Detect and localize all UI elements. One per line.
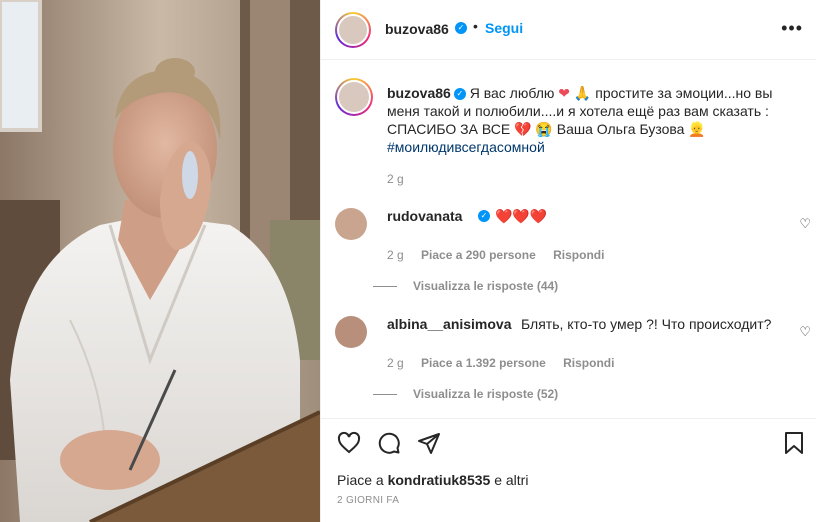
comment-text: ❤️❤️❤️ xyxy=(495,208,548,224)
red-heart-emoji-icon: ❤ xyxy=(558,85,571,101)
verified-badge-icon: ✓ xyxy=(453,88,466,101)
caption-avatar[interactable] xyxy=(335,78,373,116)
view-replies-label: Visualizza le risposte (52) xyxy=(413,387,559,401)
caption-username[interactable]: buzova86 xyxy=(387,85,451,101)
comment-likes-count[interactable]: Piace a 1.392 persone xyxy=(421,356,546,370)
comment-like-heart-icon[interactable]: ♡ xyxy=(799,324,811,340)
likes-suffix[interactable]: e altri xyxy=(494,472,528,488)
verified-badge-icon: ✓ xyxy=(478,210,490,222)
author-avatar[interactable] xyxy=(335,12,371,48)
view-replies-label: Visualizza le risposte (44) xyxy=(413,279,559,293)
crying-emoji-icon: 😭 xyxy=(535,121,553,137)
broken-heart-emoji-icon: 💔 xyxy=(514,121,532,137)
caption-time: 2 g xyxy=(387,172,404,186)
caption-part-1: Я вас люблю xyxy=(469,85,555,101)
likes-prefix: Piace a xyxy=(337,472,384,488)
comment-icon[interactable] xyxy=(377,431,401,458)
post-header: buzova86 ✓ • Segui ••• xyxy=(321,0,816,60)
post-photo[interactable] xyxy=(0,0,320,522)
comment-time: 2 g xyxy=(387,356,404,370)
replies-line xyxy=(373,286,397,288)
verified-badge-icon: ✓ xyxy=(455,22,467,34)
comment-time: 2 g xyxy=(387,248,404,262)
heart-icon[interactable] xyxy=(337,431,361,458)
comment-meta: 2 g Piace a 290 persone Rispondi xyxy=(387,248,618,262)
share-icon[interactable] xyxy=(417,431,441,458)
praying-hands-emoji-icon: 🙏 xyxy=(573,85,592,101)
comment-username[interactable]: albina__anisimova xyxy=(387,316,512,332)
comment-username[interactable]: rudovanata xyxy=(387,208,462,224)
follow-button[interactable]: Segui xyxy=(485,20,523,36)
commenter-avatar[interactable] xyxy=(335,208,367,240)
bookmark-icon[interactable] xyxy=(783,431,805,458)
caption-hashtag[interactable]: #моилюдивсегдасомной xyxy=(387,139,545,155)
person-emoji-icon: 👱 xyxy=(688,121,706,137)
replies-line xyxy=(373,394,397,396)
comment-meta: 2 g Piace a 1.392 persone Rispondi xyxy=(387,356,628,370)
view-replies-button[interactable]: Visualizza le risposte (44) xyxy=(373,279,558,293)
likes-summary: Piace a kondratiuk8535 e altri xyxy=(337,472,528,488)
comment-likes-count[interactable]: Piace a 290 persone xyxy=(421,248,536,262)
commenter-avatar[interactable] xyxy=(335,316,367,348)
author-username[interactable]: buzova86 xyxy=(385,21,449,37)
caption-part-3: Ваша Ольга Бузова xyxy=(556,121,685,137)
action-bar xyxy=(321,418,816,468)
comment-text: Блять, кто-то умер ?! Что происходит? xyxy=(521,316,772,332)
likes-user[interactable]: kondratiuk8535 xyxy=(388,472,491,488)
photo-illustration xyxy=(0,0,320,522)
reply-button[interactable]: Rispondi xyxy=(553,248,604,262)
separator-dot: • xyxy=(473,18,478,34)
comment-like-heart-icon[interactable]: ♡ xyxy=(799,216,811,232)
post-date[interactable]: 2 GIORNI FA xyxy=(337,495,399,506)
caption-text: buzova86 ✓ Я вас люблю ❤ 🙏 простите за эм… xyxy=(387,84,787,156)
view-replies-button[interactable]: Visualizza le risposte (52) xyxy=(373,387,558,401)
reply-button[interactable]: Rispondi xyxy=(563,356,614,370)
post-panel: buzova86 ✓ • Segui ••• buzova86 ✓ Я вас л… xyxy=(320,0,816,522)
more-options-icon[interactable]: ••• xyxy=(781,18,803,39)
